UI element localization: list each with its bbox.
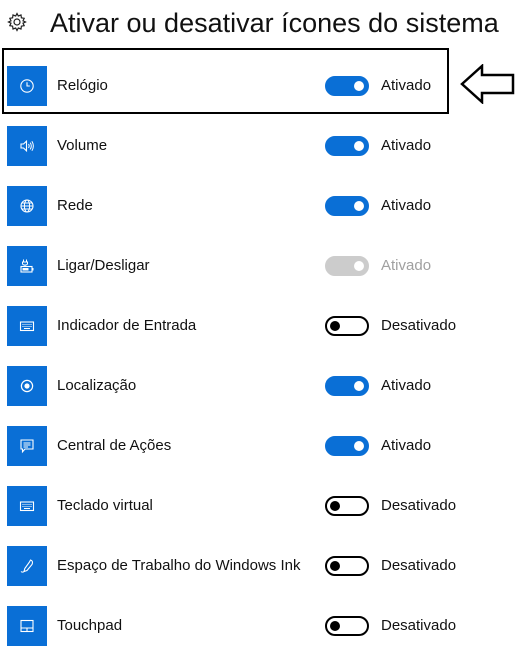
toggle-switch[interactable] bbox=[325, 316, 369, 336]
item-label: Teclado virtual bbox=[57, 497, 153, 514]
list-item: Relógio Ativado bbox=[0, 56, 529, 116]
toggle-state-label: Desativado bbox=[381, 617, 457, 634]
toggle-switch[interactable] bbox=[325, 616, 369, 636]
icon-tile bbox=[7, 246, 47, 286]
item-label: Espaço de Trabalho do Windows Ink bbox=[57, 557, 301, 574]
icon-tile bbox=[7, 486, 47, 526]
toggle-state-label: Ativado bbox=[381, 137, 432, 154]
pen-icon bbox=[20, 559, 34, 573]
toggle-knob bbox=[354, 381, 364, 391]
toggle-state-label: Ativado bbox=[381, 437, 432, 454]
toggle-switch bbox=[325, 256, 369, 276]
toggle-state-label: Ativado bbox=[381, 77, 432, 94]
toggle-state-label: Ativado bbox=[381, 257, 432, 274]
icon-tile bbox=[7, 426, 47, 466]
icon-tile bbox=[7, 546, 47, 586]
item-label: Volume bbox=[57, 137, 108, 154]
icon-tile bbox=[7, 366, 47, 406]
location-icon bbox=[20, 379, 34, 393]
toggle-switch[interactable] bbox=[325, 496, 369, 516]
item-label: Rede bbox=[57, 197, 93, 214]
icon-tile bbox=[7, 306, 47, 346]
item-label: Central de Ações bbox=[57, 437, 172, 454]
icon-tile bbox=[7, 126, 47, 166]
toggle-switch[interactable] bbox=[325, 556, 369, 576]
toggle-knob bbox=[330, 561, 340, 571]
toggle-knob bbox=[354, 261, 364, 271]
keyboard-icon bbox=[19, 321, 35, 332]
toggle-state-label: Ativado bbox=[381, 197, 432, 214]
list-item: Rede Ativado bbox=[0, 176, 529, 236]
list-item: Volume Ativado bbox=[0, 116, 529, 176]
toggle-knob bbox=[354, 201, 364, 211]
toggle-switch[interactable] bbox=[325, 436, 369, 456]
keyboard-icon bbox=[19, 501, 35, 512]
icon-tile bbox=[7, 186, 47, 226]
toggle-state-label: Ativado bbox=[381, 377, 432, 394]
toggle-switch[interactable] bbox=[325, 136, 369, 156]
toggle-knob bbox=[354, 141, 364, 151]
action-center-icon bbox=[20, 439, 34, 454]
toggle-state-label: Desativado bbox=[381, 317, 457, 334]
item-label: Relógio bbox=[57, 77, 108, 94]
list-item: Ligar/Desligar Ativado bbox=[0, 236, 529, 296]
speaker-icon bbox=[20, 139, 34, 153]
toggle-knob bbox=[330, 321, 340, 331]
list-item: Teclado virtual Desativado bbox=[0, 476, 529, 536]
item-label: Touchpad bbox=[57, 617, 123, 634]
toggle-state-label: Desativado bbox=[381, 557, 457, 574]
page-header: Ativar ou desativar ícones do sistema bbox=[0, 0, 529, 46]
list-item: Touchpad Desativado bbox=[0, 596, 529, 656]
toggle-knob bbox=[354, 81, 364, 91]
list-item: Espaço de Trabalho do Windows Ink Desativ… bbox=[0, 536, 529, 596]
list-item: Central de Ações Ativado bbox=[0, 416, 529, 476]
clock-icon bbox=[20, 79, 34, 93]
toggle-knob bbox=[330, 621, 340, 631]
item-label: Indicador de Entrada bbox=[57, 317, 197, 334]
toggle-state-label: Desativado bbox=[381, 497, 457, 514]
toggle-switch[interactable] bbox=[325, 196, 369, 216]
gear-icon bbox=[7, 12, 27, 32]
item-label: Ligar/Desligar bbox=[57, 257, 150, 274]
toggle-knob bbox=[330, 501, 340, 511]
toggle-switch[interactable] bbox=[325, 76, 369, 96]
icon-tile bbox=[7, 66, 47, 106]
list-item: Indicador de Entrada Desativado bbox=[0, 296, 529, 356]
left-arrow-icon bbox=[460, 64, 515, 104]
list-item: Localização Ativado bbox=[0, 356, 529, 416]
toggle-switch[interactable] bbox=[325, 376, 369, 396]
globe-icon bbox=[20, 199, 34, 213]
toggle-knob bbox=[354, 441, 364, 451]
page-title: Ativar ou desativar ícones do sistema bbox=[50, 8, 499, 38]
item-label: Localização bbox=[57, 377, 137, 394]
touchpad-icon bbox=[20, 619, 34, 633]
icon-tile bbox=[7, 606, 47, 646]
battery-plug-icon bbox=[20, 259, 34, 273]
